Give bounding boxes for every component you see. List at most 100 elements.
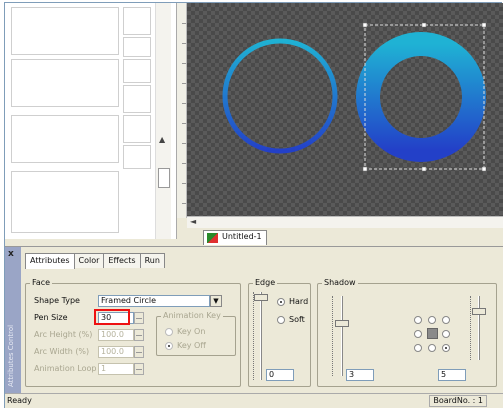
face-group: Face Shape Type Framed Circle ▼ Pen Size… <box>25 278 241 387</box>
selection-handle <box>481 22 487 28</box>
key-on-label: Key On <box>177 327 206 336</box>
attributes-tabs: Attributes Color Effects Run <box>25 253 165 269</box>
library-thumb-small[interactable] <box>123 7 151 35</box>
animation-loop-input[interactable]: 1 <box>98 363 134 375</box>
library-thumb-small[interactable] <box>123 115 151 143</box>
scroll-left-arrow-icon[interactable]: ◄ <box>190 217 196 226</box>
arc-width-stepper[interactable] <box>134 346 144 358</box>
shadow-blur-ticks <box>470 296 472 360</box>
edge-slider-track[interactable] <box>260 292 262 380</box>
shape-type-value: Framed Circle <box>101 296 157 305</box>
edge-soft-radio[interactable] <box>277 316 285 324</box>
library-thumb-small[interactable] <box>123 145 151 169</box>
library-scrollbar[interactable]: ▲ <box>155 3 171 239</box>
edge-value-input[interactable]: 0 <box>266 369 294 381</box>
key-off-label: Key Off <box>177 341 206 350</box>
close-icon[interactable]: x <box>8 249 14 259</box>
key-on-radio[interactable] <box>165 328 173 336</box>
thin-ring-shape <box>222 38 338 154</box>
edge-hard-radio[interactable] <box>277 298 285 306</box>
shape-type-select[interactable]: Framed Circle <box>98 295 210 307</box>
shadow-dir-w-radio[interactable] <box>414 330 422 338</box>
tab-attributes[interactable]: Attributes <box>25 253 75 269</box>
edge-group: Edge Hard Soft 0 <box>248 278 311 387</box>
scrollbar-thumb[interactable] <box>158 168 170 188</box>
library-thumb[interactable] <box>11 171 119 233</box>
arc-height-input[interactable]: 100.0 <box>98 329 134 341</box>
tab-run[interactable]: Run <box>139 253 165 268</box>
document-tab[interactable]: Untitled-1 <box>203 230 267 245</box>
shape-type-label: Shape Type <box>34 296 80 305</box>
status-bar: Ready BoardNo. : 1 <box>5 393 503 408</box>
shadow-depth-knob[interactable] <box>335 320 349 327</box>
canvas-artwork <box>222 22 487 172</box>
scroll-up-arrow-icon[interactable]: ▲ <box>159 135 165 144</box>
shadow-dir-se-radio[interactable] <box>442 344 450 352</box>
selection-handle <box>421 166 427 172</box>
panel-side-bar: x Attributes Control <box>5 247 21 394</box>
arc-height-stepper[interactable] <box>134 329 144 341</box>
shadow-blur-track[interactable] <box>478 296 480 360</box>
animation-loop-label: Animation Loop <box>34 364 97 373</box>
arc-height-value: 100.0 <box>101 330 124 339</box>
animation-key-title: Animation Key <box>161 311 223 320</box>
shadow-dir-ne-radio[interactable] <box>442 316 450 324</box>
library-thumb[interactable] <box>11 7 119 55</box>
shadow-blur-value: 5 <box>441 370 447 379</box>
pen-size-highlight <box>94 309 130 325</box>
shadow-group: Shadow 3 5 <box>317 278 497 387</box>
tab-color[interactable]: Color <box>73 253 105 268</box>
shadow-dir-e-radio[interactable] <box>442 330 450 338</box>
shadow-depth-value: 3 <box>349 370 355 379</box>
animation-key-group: Animation Key Key On Key Off <box>156 311 236 356</box>
tab-effects[interactable]: Effects <box>103 253 141 268</box>
thick-ring-shape <box>356 32 486 162</box>
library-thumb-small[interactable] <box>123 37 151 57</box>
animation-loop-value: 1 <box>101 364 107 373</box>
shadow-dir-n-radio[interactable] <box>428 316 436 324</box>
library-thumb[interactable] <box>11 115 119 163</box>
shadow-blur-knob[interactable] <box>472 308 486 315</box>
shadow-center-square <box>427 328 438 339</box>
shadow-depth-input[interactable]: 3 <box>346 369 374 381</box>
arc-height-label: Arc Height (%) <box>34 330 93 339</box>
face-group-title: Face <box>30 278 53 287</box>
document-icon <box>207 233 218 243</box>
key-off-radio[interactable] <box>165 342 173 350</box>
pen-size-label: Pen Size <box>34 313 68 322</box>
arc-width-label: Arc Width (%) <box>34 347 90 356</box>
animation-loop-stepper[interactable] <box>134 363 144 375</box>
shape-library-panel: ▲ <box>5 3 177 239</box>
shadow-dir-s-radio[interactable] <box>428 344 436 352</box>
library-thumb[interactable] <box>11 59 119 107</box>
panel-vertical-label: Attributes Control <box>7 324 15 387</box>
selection-handle <box>481 166 487 172</box>
shadow-depth-ticks <box>332 296 334 376</box>
arc-width-value: 100.0 <box>101 347 124 356</box>
selection-handle <box>421 22 427 28</box>
library-thumb-small[interactable] <box>123 85 151 113</box>
edge-slider-ticks <box>253 292 255 380</box>
pen-size-stepper[interactable] <box>134 312 144 324</box>
edge-group-title: Edge <box>253 278 278 287</box>
selection-handle <box>362 166 368 172</box>
drawing-canvas[interactable] <box>187 3 503 216</box>
arc-width-input[interactable]: 100.0 <box>98 346 134 358</box>
selection-handle <box>362 22 368 28</box>
document-tab-strip: Untitled-1 <box>187 228 503 246</box>
chevron-down-icon[interactable]: ▼ <box>210 295 222 307</box>
document-tab-label: Untitled-1 <box>222 232 262 241</box>
shadow-group-title: Shadow <box>322 278 358 287</box>
shadow-dir-nw-radio[interactable] <box>414 316 422 324</box>
canvas-horizontal-scrollbar[interactable]: ◄ <box>187 216 503 228</box>
shadow-blur-input[interactable]: 5 <box>438 369 466 381</box>
vertical-ruler <box>177 3 187 218</box>
shadow-depth-track[interactable] <box>341 296 343 376</box>
library-thumb-small[interactable] <box>123 59 151 83</box>
edge-slider-knob[interactable] <box>254 294 268 301</box>
board-number: BoardNo. : 1 <box>429 395 487 407</box>
attributes-control-panel: x Attributes Control Attributes Color Effe… <box>5 246 503 394</box>
shadow-dir-sw-radio[interactable] <box>414 344 422 352</box>
edge-value: 0 <box>269 370 275 379</box>
application-window: ▲ ◄ Untitled-1 x Attributes Control Attr… <box>4 2 503 408</box>
